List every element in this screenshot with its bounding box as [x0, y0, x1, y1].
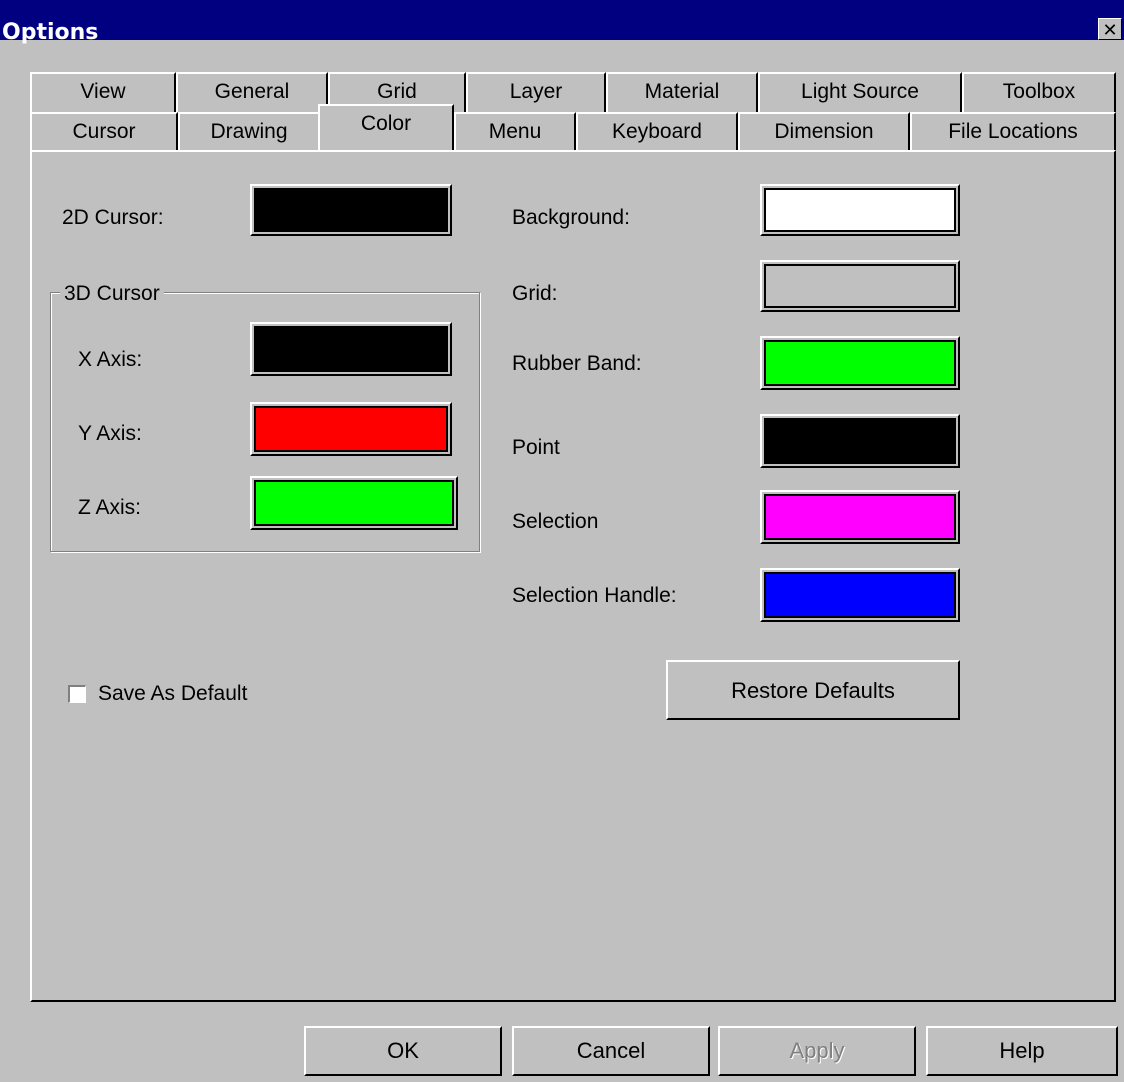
cursor-2d-label: 2D Cursor: — [62, 206, 164, 229]
tab-general[interactable]: General — [176, 72, 328, 112]
tab-menu[interactable]: Menu — [454, 112, 576, 150]
close-button[interactable]: ✕ — [1098, 18, 1122, 40]
close-icon: ✕ — [1102, 20, 1118, 40]
background-color-button[interactable] — [760, 184, 960, 236]
tab-color[interactable]: Color — [318, 104, 454, 150]
tab-material[interactable]: Material — [606, 72, 758, 112]
z-axis-color-button[interactable] — [250, 476, 458, 530]
z-axis-swatch — [254, 480, 454, 526]
help-button[interactable]: Help — [926, 1026, 1118, 1076]
rubber-band-color-button[interactable] — [760, 336, 960, 390]
cursor-2d-color-button[interactable] — [250, 184, 452, 236]
selection-label: Selection — [512, 510, 599, 533]
y-axis-color-button[interactable] — [250, 402, 452, 456]
ok-button[interactable]: OK — [304, 1026, 502, 1076]
selection-swatch — [764, 494, 956, 540]
title-bar: Options ✕ — [0, 0, 1124, 45]
background-swatch — [764, 188, 956, 232]
point-color-button[interactable] — [760, 414, 960, 468]
grid-color-button[interactable] — [760, 260, 960, 312]
selection-handle-label: Selection Handle: — [512, 584, 677, 607]
x-axis-color-button[interactable] — [250, 322, 452, 376]
save-as-default-label[interactable]: Save As Default — [98, 682, 247, 706]
rubber-band-label: Rubber Band: — [512, 352, 642, 375]
cursor-2d-swatch — [254, 188, 448, 232]
y-axis-swatch — [254, 406, 448, 452]
restore-defaults-button[interactable]: Restore Defaults — [666, 660, 960, 720]
x-axis-swatch — [254, 326, 448, 372]
z-axis-label: Z Axis: — [78, 496, 142, 519]
tab-dimension[interactable]: Dimension — [738, 112, 910, 150]
tab-keyboard[interactable]: Keyboard — [576, 112, 738, 150]
grid-label: Grid: — [512, 282, 558, 305]
tab-toolbox[interactable]: Toolbox — [962, 72, 1116, 112]
save-as-default-checkbox[interactable] — [68, 685, 86, 703]
x-axis-label: X Axis: — [78, 348, 143, 371]
tab-cursor[interactable]: Cursor — [30, 112, 178, 150]
tab-light-source[interactable]: Light Source — [758, 72, 962, 112]
rubber-band-swatch — [764, 340, 956, 386]
background-label: Background: — [512, 206, 630, 229]
selection-color-button[interactable] — [760, 490, 960, 544]
selection-handle-swatch — [764, 572, 956, 618]
point-label: Point — [512, 436, 560, 459]
cursor-3d-group-title: 3D Cursor — [60, 282, 164, 306]
grid-swatch — [764, 264, 956, 308]
tab-file-locations[interactable]: File Locations — [910, 112, 1116, 150]
apply-button[interactable]: Apply — [718, 1026, 916, 1076]
point-swatch — [764, 418, 956, 464]
y-axis-label: Y Axis: — [78, 422, 142, 445]
selection-handle-color-button[interactable] — [760, 568, 960, 622]
tab-drawing[interactable]: Drawing — [178, 112, 320, 150]
cancel-button[interactable]: Cancel — [512, 1026, 710, 1076]
window-title: Options — [2, 20, 99, 45]
tab-layer[interactable]: Layer — [466, 72, 606, 112]
tab-view[interactable]: View — [30, 72, 176, 112]
